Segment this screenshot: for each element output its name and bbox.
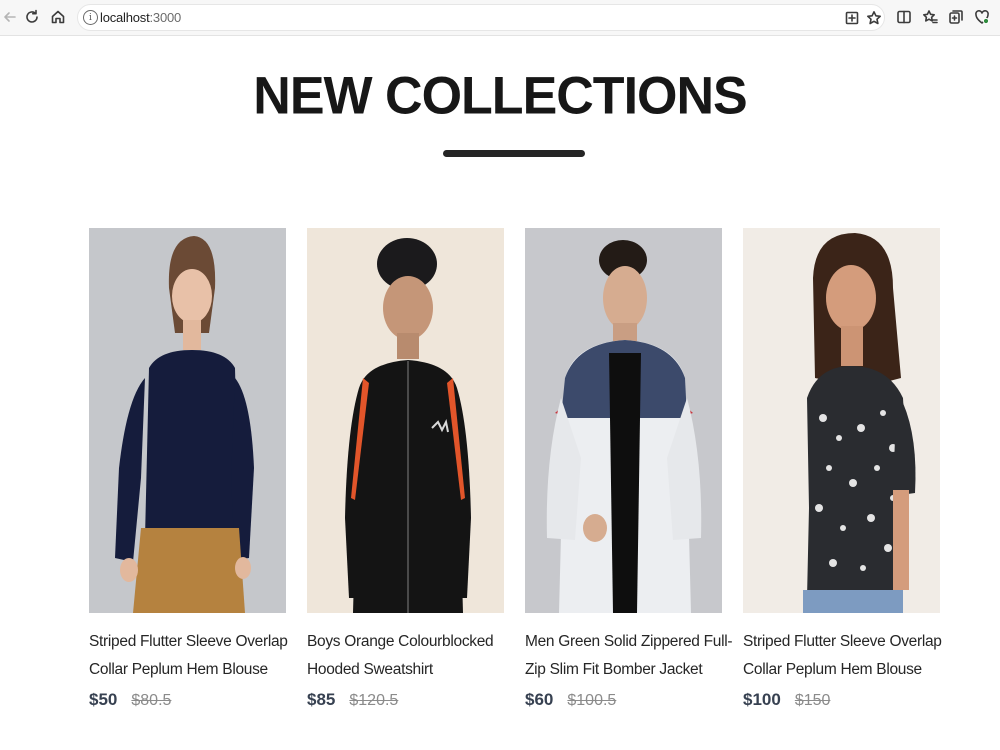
product-image[interactable] xyxy=(307,228,504,613)
back-icon[interactable] xyxy=(0,7,20,27)
woman-floral-blouse-photo xyxy=(743,228,940,613)
product-name[interactable]: Striped Flutter Sleeve Overlap Collar Pe… xyxy=(743,628,953,684)
product-name[interactable]: Men Green Solid Zippered Full-Zip Slim F… xyxy=(525,628,735,684)
woman-navy-sweater-photo xyxy=(89,228,286,613)
old-price: $80.5 xyxy=(131,692,172,709)
price-row: $100 $150 xyxy=(743,690,940,716)
man-white-puffer-jacket-photo xyxy=(525,228,722,613)
old-price: $120.5 xyxy=(349,692,399,709)
reload-icon[interactable] xyxy=(22,7,42,27)
browser-essentials-icon[interactable] xyxy=(972,7,992,27)
product-name[interactable]: Striped Flutter Sleeve Overlap Collar Pe… xyxy=(89,628,299,684)
product-image[interactable] xyxy=(743,228,940,613)
url-text[interactable]: localhost:3000 xyxy=(100,10,181,25)
split-screen-icon[interactable] xyxy=(894,7,914,27)
browser-toolbar: i localhost:3000 xyxy=(0,0,1000,36)
product-name[interactable]: Boys Orange Colourblocked Hooded Sweatsh… xyxy=(307,628,517,684)
product-image[interactable] xyxy=(89,228,286,613)
favorite-star-icon[interactable] xyxy=(864,8,884,28)
page-title: NEW COLLECTIONS xyxy=(253,66,747,126)
new-price: $100 xyxy=(743,690,781,709)
boy-black-track-jacket-photo xyxy=(307,228,504,613)
old-price: $100.5 xyxy=(567,692,617,709)
url-port: :3000 xyxy=(149,10,182,25)
product-card[interactable]: Striped Flutter Sleeve Overlap Collar Pe… xyxy=(89,228,288,716)
product-card[interactable]: Boys Orange Colourblocked Hooded Sweatsh… xyxy=(307,228,504,716)
home-icon[interactable] xyxy=(48,7,68,27)
new-price: $60 xyxy=(525,690,554,709)
title-underline xyxy=(443,150,585,157)
price-row: $50 $80.5 xyxy=(89,690,286,716)
collections-icon[interactable] xyxy=(946,7,966,27)
site-info-icon[interactable]: i xyxy=(83,10,98,25)
favorites-icon[interactable] xyxy=(920,7,940,27)
url-host: localhost xyxy=(100,10,150,25)
old-price: $150 xyxy=(794,692,831,709)
new-price: $50 xyxy=(89,690,118,709)
product-card[interactable]: Men Green Solid Zippered Full-Zip Slim F… xyxy=(525,228,733,716)
address-bar[interactable]: i localhost:3000 xyxy=(77,4,885,31)
price-row: $85 $120.5 xyxy=(307,690,504,716)
app-available-icon[interactable] xyxy=(842,8,862,28)
product-card[interactable]: Striped Flutter Sleeve Overlap Collar Pe… xyxy=(743,228,942,716)
price-row: $60 $100.5 xyxy=(525,690,722,716)
new-price: $85 xyxy=(307,690,336,709)
product-image[interactable] xyxy=(525,228,722,613)
